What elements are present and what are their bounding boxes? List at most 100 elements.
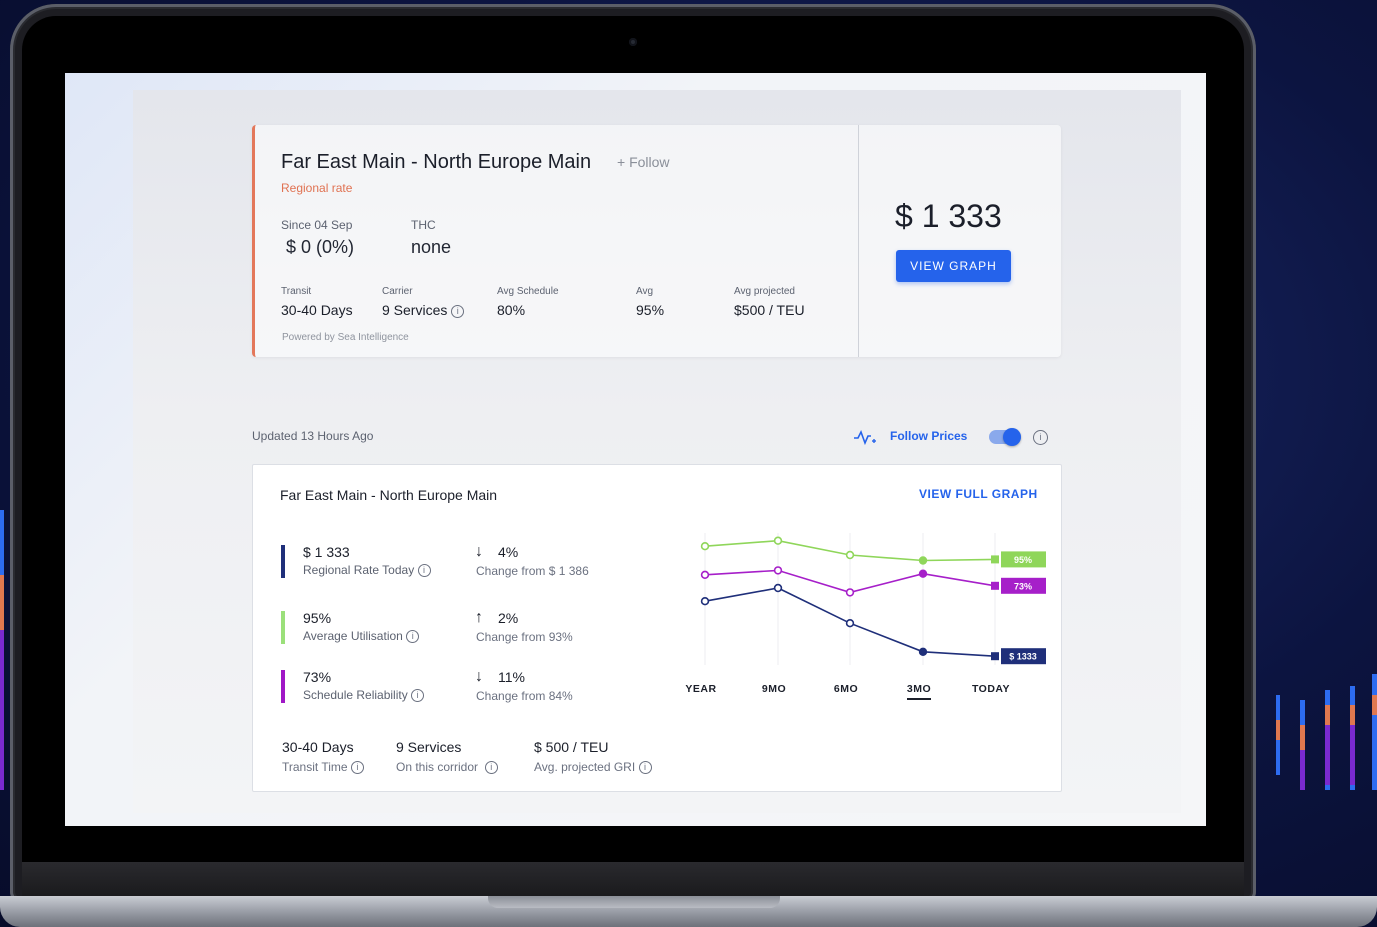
laptop-notch xyxy=(488,896,780,908)
laptop-chin xyxy=(22,862,1244,896)
info-icon[interactable]: i xyxy=(411,689,425,703)
trend-chart: 95% 73% $ 1333 YEAR 9MO 6MO 3MO TODAY xyxy=(685,533,1046,700)
metric-change: 2% xyxy=(498,610,519,626)
metric-label: Schedule Reliability xyxy=(303,688,408,702)
data-point xyxy=(918,556,928,565)
data-point xyxy=(845,588,855,597)
value-badge-label: 73% xyxy=(1014,581,1032,591)
data-point xyxy=(773,566,783,575)
carrier-value: 9 Services xyxy=(382,302,448,318)
powered-by: Powered by Sea Intelligence xyxy=(282,332,409,343)
data-point xyxy=(845,618,855,628)
data-point xyxy=(845,550,855,560)
rate-card: Far East Main - North Europe Main + Foll… xyxy=(252,125,1061,357)
x-tick-label: 9MO xyxy=(762,683,786,695)
summary-label-group: On this corridor i xyxy=(396,760,498,775)
x-tick-label: YEAR xyxy=(685,683,716,695)
summary-transit: 30-40 Days Transit Time i xyxy=(282,739,364,775)
current-price: $ 1 333 xyxy=(895,198,1002,234)
info-icon[interactable]: i xyxy=(406,630,420,644)
info-icon[interactable]: i xyxy=(484,761,498,775)
transit-value: 30-40 Days xyxy=(281,302,353,318)
carrier-label: Carrier xyxy=(382,286,413,297)
metric-change-label: Change from 93% xyxy=(476,630,573,644)
data-point xyxy=(700,542,710,551)
since-label: Since 04 Sep xyxy=(281,218,353,232)
x-tick-label: 6MO xyxy=(834,683,858,695)
metric-label-group: Schedule Reliability i xyxy=(303,688,425,703)
camera-icon xyxy=(629,38,637,46)
transit-label: Transit xyxy=(281,286,312,297)
data-point xyxy=(773,536,783,545)
info-icon[interactable]: i xyxy=(350,761,364,775)
view-graph-button[interactable]: VIEW GRAPH xyxy=(896,250,1011,282)
metric-value: 73% xyxy=(303,669,332,685)
metric-reliability: 73% Schedule Reliability i ↓ 11% Change … xyxy=(281,668,661,704)
data-point xyxy=(773,583,783,593)
data-point xyxy=(700,596,710,606)
summary-label: On this corridor xyxy=(396,760,479,774)
toggle-knob[interactable] xyxy=(1003,428,1021,446)
summary-label-group: Transit Time i xyxy=(282,760,364,775)
data-point xyxy=(700,570,710,579)
thc-label: THC xyxy=(411,218,436,232)
x-tick-label: 3MO xyxy=(907,683,931,695)
regional-rate-tag: Regional rate xyxy=(281,181,353,195)
avg-projected-value: $500 / TEU xyxy=(734,302,805,318)
metric-label: Average Utilisation xyxy=(303,629,403,643)
metric-label-group: Regional Rate Today i xyxy=(303,563,431,578)
avg-schedule-value: 80% xyxy=(497,302,526,318)
selected-tick-underline xyxy=(907,698,931,700)
avg-schedule-label: Avg Schedule xyxy=(497,286,559,297)
metric-value: $ 1 333 xyxy=(303,544,350,560)
value-badge-label: 95% xyxy=(1014,555,1032,565)
card-divider xyxy=(858,125,859,357)
follow-link[interactable]: + Follow xyxy=(617,154,670,170)
summary-label: Avg. projected GRI xyxy=(534,760,636,774)
thc-value: none xyxy=(411,237,452,257)
series-endpoint xyxy=(991,652,999,661)
avg-value: 95% xyxy=(636,302,665,318)
summary-label-group: Avg. projected GRI i xyxy=(534,760,652,775)
follow-prices-label[interactable]: Follow Prices xyxy=(890,429,967,443)
metric-color-bar xyxy=(281,611,285,644)
metric-color-bar xyxy=(281,545,285,578)
since-value: $ 0 (0%) xyxy=(286,237,355,257)
x-tick-label: TODAY xyxy=(972,683,1010,695)
data-point xyxy=(918,647,928,657)
metric-value: 95% xyxy=(303,610,332,626)
summary-services: 9 Services On this corridor i xyxy=(396,739,498,775)
pulse-plus-icon xyxy=(854,429,876,446)
trade-lane-title: Far East Main - North Europe Main xyxy=(281,151,592,173)
info-icon[interactable]: i xyxy=(638,761,652,775)
metric-regional-rate: $ 1 333 Regional Rate Today i ↓ 4% Chang… xyxy=(281,543,661,579)
metric-change-label: Change from 84% xyxy=(476,689,573,703)
info-icon[interactable]: i xyxy=(1033,430,1048,445)
arrow-up-icon: ↑ xyxy=(475,609,483,626)
info-icon[interactable]: i xyxy=(451,304,465,318)
arrow-down-icon: ↓ xyxy=(475,543,483,560)
trend-title: Far East Main - North Europe Main xyxy=(280,487,498,503)
series-endpoint xyxy=(991,581,999,590)
page: Far East Main - North Europe Main + Foll… xyxy=(133,90,1181,813)
carrier-value-group: 9 Services i xyxy=(382,302,465,318)
metric-change: 4% xyxy=(498,544,519,560)
metric-label-group: Average Utilisation i xyxy=(303,629,420,644)
value-badge-label: $ 1333 xyxy=(1009,652,1037,662)
summary-value: 30-40 Days xyxy=(282,739,354,755)
view-full-graph-link[interactable]: VIEW FULL GRAPH xyxy=(919,487,1038,501)
summary-gri: $ 500 / TEU Avg. projected GRI i xyxy=(534,739,652,775)
screen: Far East Main - North Europe Main + Foll… xyxy=(65,73,1206,826)
arrow-down-icon: ↓ xyxy=(475,668,483,685)
summary-value: $ 500 / TEU xyxy=(534,739,609,755)
metric-change-label: Change from $ 1 386 xyxy=(476,564,589,578)
updated-timestamp: Updated 13 Hours Ago xyxy=(252,429,374,443)
summary-label: Transit Time xyxy=(282,760,348,774)
trend-card: Far East Main - North Europe Main VIEW F… xyxy=(252,464,1062,792)
data-point xyxy=(918,569,928,578)
avg-label: Avg xyxy=(636,286,654,297)
avg-projected-label: Avg projected xyxy=(734,286,795,297)
metric-label: Regional Rate Today xyxy=(303,563,415,577)
info-icon[interactable]: i xyxy=(417,564,431,578)
metric-change: 11% xyxy=(498,669,525,685)
